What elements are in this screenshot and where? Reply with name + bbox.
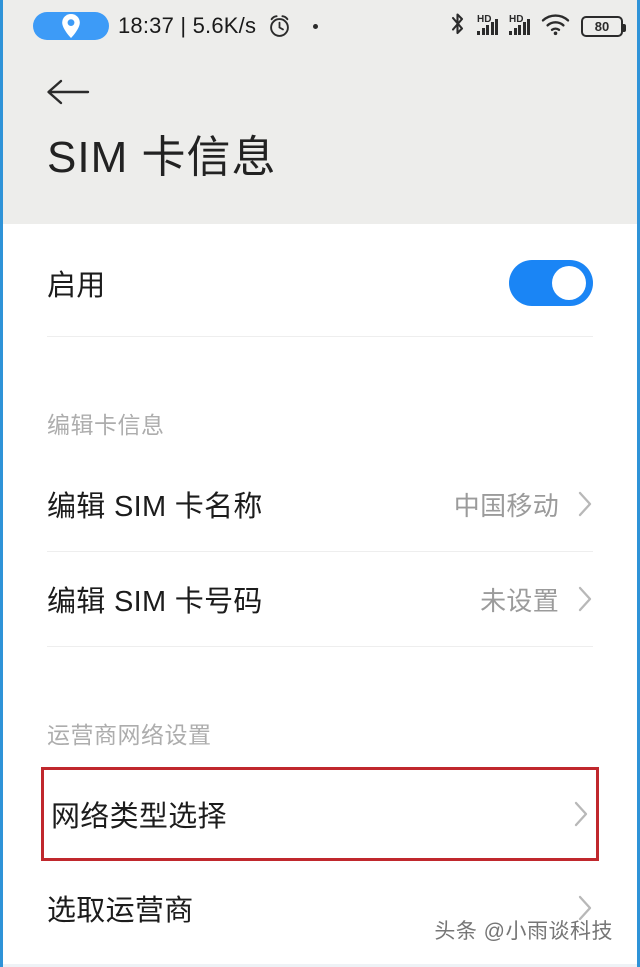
status-time-speed: 18:37 | 5.6K/s bbox=[118, 13, 257, 38]
setting-row-network-type[interactable]: 网络类型选择 bbox=[3, 767, 637, 861]
status-bar: 18:37 | 5.6K/s HD HD 80 bbox=[3, 0, 637, 52]
battery-icon: 80 bbox=[581, 15, 626, 37]
status-bar-right: HD HD 80 bbox=[449, 11, 626, 42]
setting-row-enable[interactable]: 启用 bbox=[3, 224, 637, 336]
settings-content: 启用 编辑卡信息 编辑 SIM 卡名称 中国移动 编辑 SIM 卡号码 未设置 … bbox=[3, 224, 637, 955]
wifi-icon bbox=[541, 12, 570, 41]
status-bar-left: 18:37 | 5.6K/s bbox=[33, 12, 319, 40]
enable-toggle[interactable] bbox=[509, 260, 593, 306]
chevron-right-icon bbox=[573, 800, 589, 828]
section-title: 编辑卡信息 bbox=[47, 412, 165, 438]
phone-screen: 18:37 | 5.6K/s HD HD 80 SIM 卡信息 启用 编辑卡信息… bbox=[0, 0, 640, 967]
highlighted-row-wrapper: 网络类型选择 bbox=[3, 767, 637, 861]
row-label: 网络类型选择 bbox=[51, 801, 227, 833]
setting-row-edit-sim-name[interactable]: 编辑 SIM 卡名称 中国移动 bbox=[3, 457, 637, 551]
sim2-hd-label: HD bbox=[509, 14, 524, 25]
chevron-right-icon bbox=[577, 490, 593, 518]
bluetooth-icon bbox=[449, 11, 466, 42]
notification-dot-icon bbox=[313, 23, 319, 29]
row-right bbox=[573, 800, 589, 828]
chevron-right-icon bbox=[577, 585, 593, 613]
back-arrow-icon bbox=[45, 77, 91, 112]
sim1-hd-label: HD bbox=[477, 14, 492, 25]
page-title: SIM 卡信息 bbox=[47, 133, 277, 182]
toggle-knob bbox=[552, 266, 586, 300]
row-label: 编辑 SIM 卡号码 bbox=[47, 586, 263, 618]
section-header-carrier-network: 运营商网络设置 bbox=[3, 699, 637, 767]
enable-row-right bbox=[509, 260, 593, 306]
section-header-edit-card: 编辑卡信息 bbox=[3, 389, 637, 457]
row-right: 未设置 bbox=[480, 581, 593, 618]
row-label: 选取运营商 bbox=[47, 895, 194, 927]
battery-level-label: 80 bbox=[594, 18, 610, 34]
enable-label: 启用 bbox=[47, 270, 106, 302]
page-header: SIM 卡信息 bbox=[3, 52, 637, 224]
setting-row-edit-sim-number[interactable]: 编辑 SIM 卡号码 未设置 bbox=[3, 552, 637, 646]
row-right: 中国移动 bbox=[454, 486, 593, 523]
back-button[interactable] bbox=[45, 70, 99, 118]
watermark: 头条 @小雨谈科技 bbox=[434, 920, 613, 943]
sim1-signal-icon: HD bbox=[477, 14, 498, 35]
section-spacer bbox=[3, 647, 637, 699]
row-value: 未设置 bbox=[480, 585, 559, 616]
section-spacer bbox=[3, 337, 637, 389]
sim2-signal-icon: HD bbox=[509, 14, 530, 35]
location-pin-icon bbox=[33, 12, 109, 40]
section-title: 运营商网络设置 bbox=[47, 722, 212, 748]
row-value: 中国移动 bbox=[453, 490, 559, 521]
row-label: 编辑 SIM 卡名称 bbox=[47, 491, 263, 523]
alarm-clock-icon bbox=[267, 14, 292, 39]
